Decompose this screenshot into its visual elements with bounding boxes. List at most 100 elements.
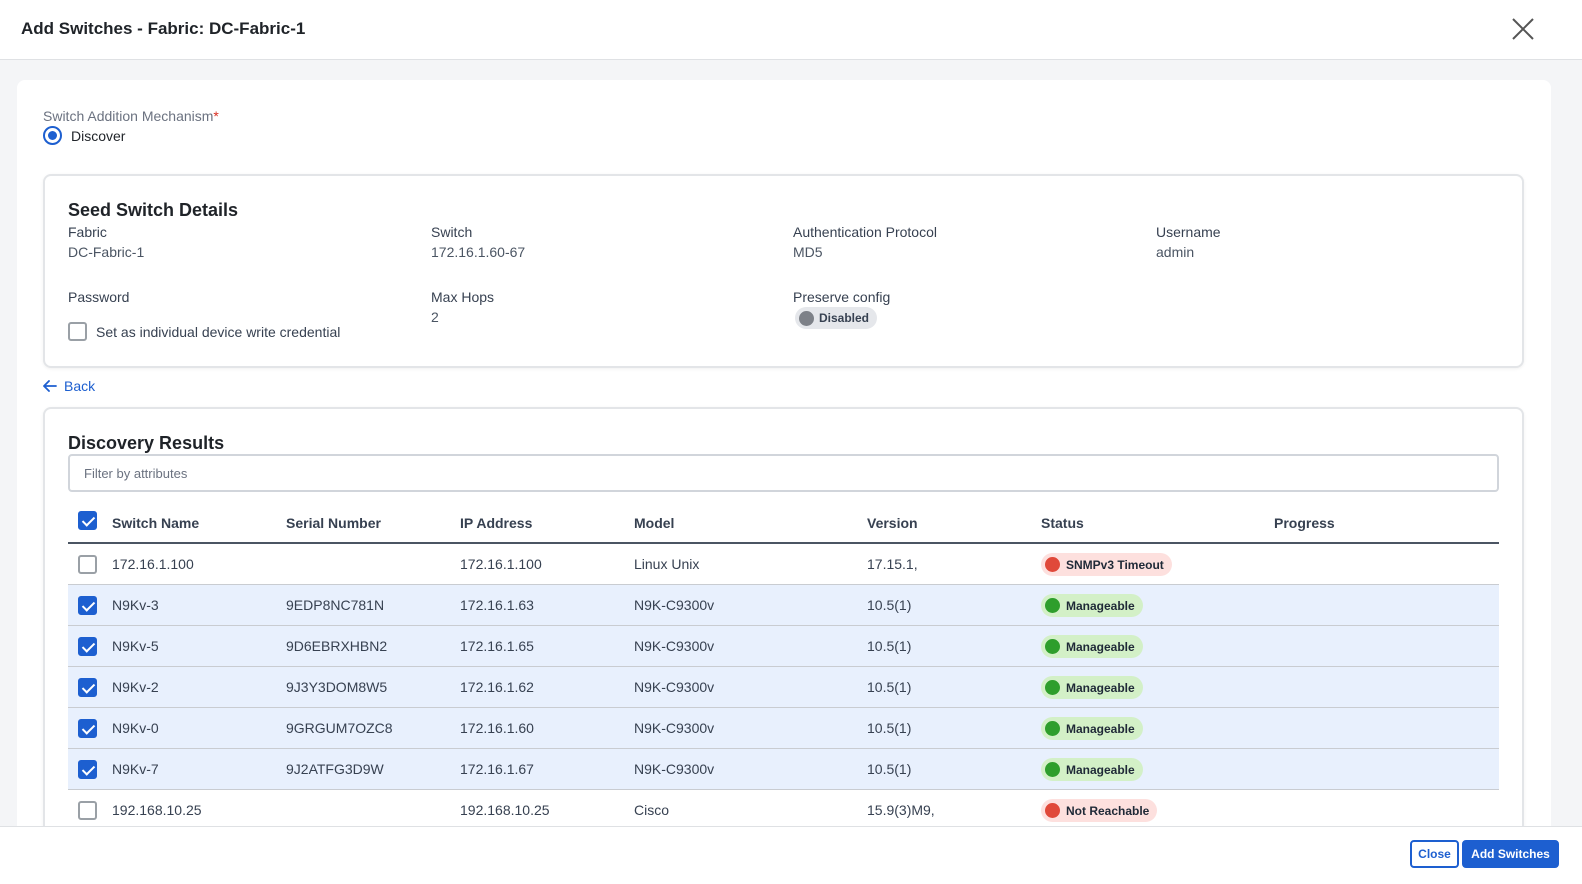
- cell-ip-address: 172.16.1.100: [460, 556, 542, 572]
- status-badge: Manageable: [1041, 676, 1143, 699]
- write-credential-checkbox[interactable]: [68, 322, 87, 341]
- add-switches-button[interactable]: Add Switches: [1462, 840, 1559, 868]
- cell-switch-name: 172.16.1.100: [112, 556, 194, 572]
- cell-model: Linux Unix: [634, 556, 700, 572]
- close-icon[interactable]: [1508, 14, 1538, 44]
- row-checkbox[interactable]: [78, 801, 97, 820]
- cell-version: 15.9(3)M9,: [867, 802, 935, 818]
- status-badge: SNMPv3 Timeout: [1041, 553, 1172, 576]
- table-row[interactable]: N9Kv-2 9J3Y3DOM8W5 172.16.1.62 N9K-C9300v 10…: [68, 667, 1499, 708]
- close-button[interactable]: Close: [1410, 840, 1459, 868]
- toggle-knob-icon: [799, 310, 814, 326]
- preserve-config-value: Disabled: [819, 311, 870, 325]
- cell-version: 10.5(1): [867, 638, 912, 654]
- discovery-results-panel: Discovery Results Switch Name Serial Num…: [43, 407, 1524, 847]
- auth-protocol-label: Authentication Protocol: [793, 224, 937, 240]
- modal-footer: Close Add Switches: [0, 826, 1582, 884]
- col-status[interactable]: Status: [1041, 515, 1084, 531]
- fabric-label: Fabric: [68, 224, 107, 240]
- row-checkbox[interactable]: [78, 678, 97, 697]
- username-label: Username: [1156, 224, 1221, 240]
- radio-discover-label: Discover: [71, 127, 126, 144]
- cell-switch-name: N9Kv-0: [112, 720, 159, 736]
- status-text: Manageable: [1066, 598, 1135, 613]
- radio-discover[interactable]: Discover: [43, 126, 125, 145]
- write-credential-option[interactable]: Set as individual device write credentia…: [68, 322, 340, 341]
- cell-ip-address: 172.16.1.62: [460, 679, 534, 695]
- col-serial-number[interactable]: Serial Number: [286, 515, 381, 531]
- table-header: Switch Name Serial Number IP Address Mod…: [68, 501, 1499, 544]
- status-dot-icon: [1045, 639, 1060, 654]
- modal-header: Add Switches - Fabric: DC-Fabric-1: [0, 0, 1582, 60]
- status-badge: Manageable: [1041, 594, 1143, 617]
- row-checkbox[interactable]: [78, 637, 97, 656]
- col-progress[interactable]: Progress: [1274, 515, 1335, 531]
- cell-switch-name: N9Kv-7: [112, 761, 159, 777]
- password-label: Password: [68, 289, 130, 305]
- cell-ip-address: 172.16.1.60: [460, 720, 534, 736]
- cell-model: N9K-C9300v: [634, 597, 715, 613]
- table-row[interactable]: N9Kv-3 9EDP8NC781N 172.16.1.63 N9K-C9300v 10…: [68, 585, 1499, 626]
- status-dot-icon: [1045, 598, 1060, 613]
- status-badge: Manageable: [1041, 758, 1143, 781]
- status-dot-icon: [1045, 557, 1060, 572]
- cell-version: 10.5(1): [867, 720, 912, 736]
- preserve-config-toggle[interactable]: Disabled: [795, 307, 878, 329]
- status-text: Manageable: [1066, 762, 1135, 777]
- arrow-left-icon: [43, 380, 57, 392]
- discovery-table: Switch Name Serial Number IP Address Mod…: [68, 501, 1499, 831]
- cell-switch-name: N9Kv-3: [112, 597, 159, 613]
- status-text: Manageable: [1066, 721, 1135, 736]
- status-dot-icon: [1045, 803, 1060, 818]
- status-text: Manageable: [1066, 639, 1135, 654]
- username-value: admin: [1156, 244, 1195, 260]
- status-dot-icon: [1045, 721, 1060, 736]
- cell-serial-number: 9D6EBRXHBN2: [286, 638, 388, 654]
- write-credential-label: Set as individual device write credentia…: [96, 323, 341, 340]
- row-checkbox[interactable]: [78, 719, 97, 738]
- cell-version: 10.5(1): [867, 761, 912, 777]
- preserve-config-label: Preserve config: [793, 289, 891, 305]
- cell-model: Cisco: [634, 802, 670, 818]
- switch-label: Switch: [431, 224, 473, 240]
- col-version[interactable]: Version: [867, 515, 918, 531]
- max-hops-value: 2: [431, 309, 439, 325]
- seed-switch-panel: Seed Switch Details Fabric DC-Fabric-1 S…: [43, 174, 1524, 368]
- filter-input[interactable]: [68, 454, 1499, 492]
- cell-ip-address: 172.16.1.63: [460, 597, 534, 613]
- modal-title: Add Switches - Fabric: DC-Fabric-1: [21, 19, 306, 38]
- auth-protocol-value: MD5: [793, 244, 823, 260]
- table-row[interactable]: 192.168.10.25 192.168.10.25 Cisco 15.9(3)M9…: [68, 790, 1499, 831]
- col-ip-address[interactable]: IP Address: [460, 515, 532, 531]
- cell-version: 17.15.1,: [867, 556, 918, 572]
- col-switch-name[interactable]: Switch Name: [112, 515, 199, 531]
- switch-value: 172.16.1.60-67: [431, 244, 526, 260]
- cell-switch-name: 192.168.10.25: [112, 802, 202, 818]
- cell-version: 10.5(1): [867, 679, 912, 695]
- select-all-checkbox[interactable]: [78, 511, 97, 530]
- table-row[interactable]: N9Kv-7 9J2ATFG3D9W 172.16.1.67 N9K-C9300v 10…: [68, 749, 1499, 790]
- cell-model: N9K-C9300v: [634, 638, 715, 654]
- cell-ip-address: 192.168.10.25: [460, 802, 550, 818]
- row-checkbox[interactable]: [78, 596, 97, 615]
- seed-panel-title: Seed Switch Details: [68, 200, 239, 220]
- back-link[interactable]: Back: [43, 378, 95, 394]
- cell-serial-number: 9J2ATFG3D9W: [286, 761, 384, 777]
- status-text: Not Reachable: [1066, 803, 1150, 818]
- max-hops-label: Max Hops: [431, 289, 495, 305]
- row-checkbox[interactable]: [78, 555, 97, 574]
- cell-serial-number: 9EDP8NC781N: [286, 597, 385, 613]
- row-checkbox[interactable]: [78, 760, 97, 779]
- table-row[interactable]: N9Kv-5 9D6EBRXHBN2 172.16.1.65 N9K-C9300v 10…: [68, 626, 1499, 667]
- required-mark: *: [213, 108, 219, 124]
- table-row[interactable]: 172.16.1.100 172.16.1.100 Linux Unix 17.15.…: [68, 544, 1499, 585]
- cell-switch-name: N9Kv-5: [112, 638, 159, 654]
- back-label: Back: [64, 378, 96, 394]
- status-text: Manageable: [1066, 680, 1135, 695]
- col-model[interactable]: Model: [634, 515, 674, 531]
- radio-button-icon[interactable]: [43, 126, 62, 145]
- table-row[interactable]: N9Kv-0 9GRGUM7OZC8 172.16.1.60 N9K-C9300v 10…: [68, 708, 1499, 749]
- status-dot-icon: [1045, 680, 1060, 695]
- discovery-title: Discovery Results: [68, 433, 225, 453]
- mechanism-label: Switch Addition Mechanism*: [43, 108, 219, 124]
